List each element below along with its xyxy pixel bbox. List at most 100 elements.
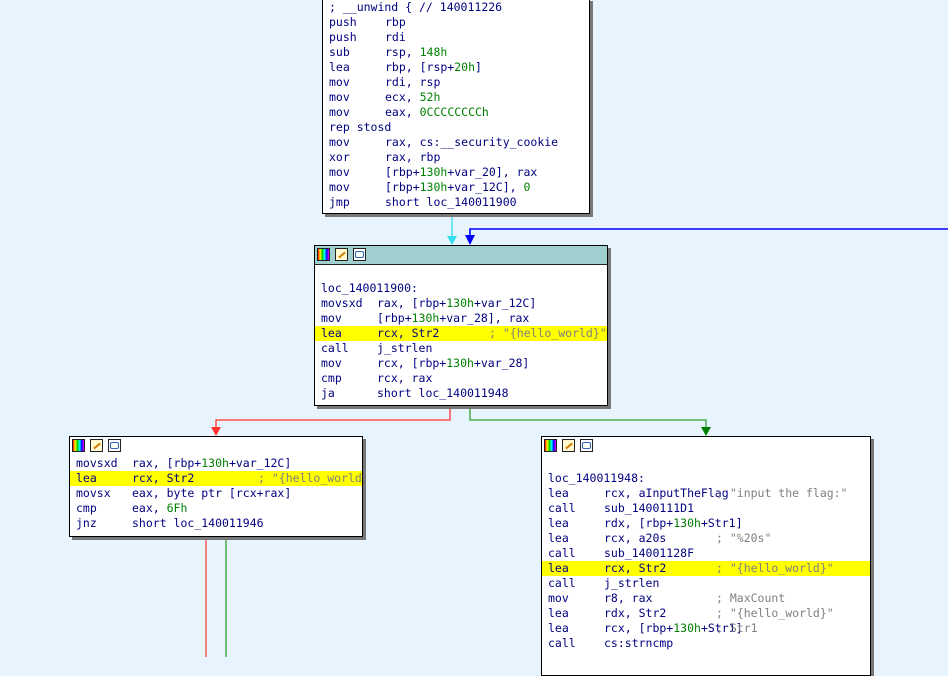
mnemonic[interactable]: call (548, 636, 576, 651)
mnemonic[interactable]: lea (329, 60, 350, 75)
code-line[interactable]: rep stosd (329, 120, 589, 135)
color-palette-icon[interactable] (317, 248, 330, 261)
operands[interactable]: rcx, Str2 (132, 471, 194, 486)
mnemonic[interactable]: mov (329, 90, 350, 105)
code-line[interactable]: lea rcx, Str2 ; "{hello_world}" (315, 326, 607, 341)
code-line[interactable]: lea rcx, [rbp+130h+Str1]; Str1 (548, 621, 870, 636)
operands[interactable]: rax, rbp (385, 150, 440, 165)
operands[interactable]: short loc_140011946 (132, 516, 264, 531)
operands[interactable]: rcx, Str2 (377, 326, 439, 341)
operands[interactable]: eax, 6Fh (132, 501, 187, 516)
operands[interactable]: sub_1400111D1 (604, 501, 694, 516)
code-line[interactable]: mov eax, 0CCCCCCCCh (329, 105, 589, 120)
code-line[interactable]: call sub_14001128F (548, 546, 870, 561)
mnemonic[interactable]: mov (329, 135, 350, 150)
mnemonic[interactable]: lea (76, 471, 97, 486)
operands[interactable]: rbp (385, 15, 406, 30)
mnemonic[interactable]: lea (548, 516, 569, 531)
mnemonic[interactable]: call (321, 341, 349, 356)
code-line[interactable]: call j_strlen (548, 576, 870, 591)
code-line[interactable]: mov rdi, rsp (329, 75, 589, 90)
code-line[interactable]: movsxd rax, [rbp+130h+var_12C] (321, 296, 607, 311)
code-line[interactable]: jnz short loc_140011946 (76, 516, 362, 531)
mnemonic[interactable]: sub (329, 45, 350, 60)
mnemonic[interactable]: lea (321, 326, 342, 341)
mnemonic[interactable]: push (329, 30, 357, 45)
code-block-loc-140011948[interactable]: loc_140011948: lea rcx, aInputTheFlag; "i… (541, 436, 871, 676)
operands[interactable]: [rbp+130h+var_20], rax (385, 165, 537, 180)
operands[interactable]: rax, [rbp+130h+var_12C] (377, 296, 536, 311)
code-line[interactable]: xor rax, rbp (329, 150, 589, 165)
mnemonic[interactable]: mov (329, 180, 350, 195)
code-line[interactable]: lea rcx, a20s ; "%20s" (548, 531, 870, 546)
operands[interactable]: rbp, [rsp+20h] (385, 60, 482, 75)
operands[interactable]: j_strlen (377, 341, 432, 356)
mnemonic[interactable]: mov (548, 591, 569, 606)
mnemonic[interactable]: ja (321, 386, 335, 401)
mnemonic[interactable]: jnz (76, 516, 97, 531)
operands[interactable]: r8, rax (604, 591, 652, 606)
color-palette-icon[interactable] (544, 439, 557, 452)
mnemonic[interactable]: movsxd (76, 456, 118, 471)
mnemonic[interactable]: lea (548, 561, 569, 576)
mnemonic[interactable]: call (548, 576, 576, 591)
code-line[interactable]: call j_strlen (321, 341, 607, 356)
operands[interactable]: rcx, [rbp+130h+var_28] (377, 356, 529, 371)
mnemonic[interactable]: mov (321, 356, 342, 371)
mnemonic[interactable]: cmp (321, 371, 342, 386)
mnemonic[interactable]: call (548, 546, 576, 561)
code-line[interactable]: lea rcx, Str2 ; "{hello_world}" (70, 471, 362, 486)
code-line[interactable]: ja short loc_140011948 (321, 386, 607, 401)
operands[interactable]: rdx, Str2 (604, 606, 666, 621)
code-line[interactable]: movsx eax, byte ptr [rcx+rax] (76, 486, 362, 501)
block-label[interactable]: loc_140011900: (321, 281, 418, 296)
operands[interactable]: rsp, 148h (385, 45, 447, 60)
code-line[interactable]: cmp rcx, rax (321, 371, 607, 386)
code-line[interactable]: movsxd rax, [rbp+130h+var_12C] (76, 456, 362, 471)
code-block-loc-140011900[interactable]: loc_140011900: movsxd rax, [rbp+130h+var_… (314, 245, 608, 406)
operands[interactable]: rcx, rax (377, 371, 432, 386)
code-line[interactable]: ; __unwind { // 140011226 (329, 0, 589, 15)
graph-view-icon[interactable] (580, 439, 593, 452)
code-line[interactable]: sub rsp, 148h (329, 45, 589, 60)
graph-view-icon[interactable] (108, 439, 121, 452)
mnemonic[interactable]: rep stosd (329, 120, 391, 135)
operands[interactable]: j_strlen (604, 576, 659, 591)
code-line[interactable]: lea rbp, [rsp+20h] (329, 60, 589, 75)
edit-pencil-icon[interactable] (562, 439, 575, 452)
code-line[interactable]: lea rdx, Str2 ; "{hello_world}" (548, 606, 870, 621)
operands[interactable]: ecx, 52h (385, 90, 440, 105)
operands[interactable]: rdx, [rbp+130h+Str1] (604, 516, 743, 531)
operands[interactable]: short loc_140011900 (385, 195, 517, 210)
code-line[interactable]: mov [rbp+130h+var_12C], 0 (329, 180, 589, 195)
edit-pencil-icon[interactable] (90, 439, 103, 452)
mnemonic[interactable]: mov (329, 165, 350, 180)
operands[interactable]: rax, [rbp+130h+var_12C] (132, 456, 291, 471)
code-line[interactable]: push rbp (329, 15, 589, 30)
mnemonic[interactable]: mov (329, 75, 350, 90)
mnemonic[interactable]: cmp (76, 501, 97, 516)
code-line[interactable]: mov ecx, 52h (329, 90, 589, 105)
mnemonic[interactable]: call (548, 501, 576, 516)
mnemonic[interactable]: lea (548, 486, 569, 501)
graph-view-icon[interactable] (353, 248, 366, 261)
operands[interactable]: rcx, Str2 (604, 561, 666, 576)
code-block-entry[interactable]: ; __unwind { // 140011226 push rbp push rdi s… (322, 0, 590, 214)
code-line[interactable]: call cs:strncmp (548, 636, 870, 651)
operands[interactable]: [rbp+130h+var_28], rax (377, 311, 529, 326)
operands[interactable]: rcx, aInputTheFlag (604, 486, 729, 501)
code-line[interactable]: lea rcx, Str2 ; "{hello_world}" (542, 561, 870, 576)
code-block-char-check[interactable]: movsxd rax, [rbp+130h+var_12C]lea rcx, Str… (69, 436, 363, 537)
code-line[interactable]: mov r8, rax ; MaxCount (548, 591, 870, 606)
code-line[interactable]: lea rdx, [rbp+130h+Str1] (548, 516, 870, 531)
operands[interactable]: cs:strncmp (604, 636, 673, 651)
operands[interactable]: rdi, rsp (385, 75, 440, 90)
mnemonic[interactable]: mov (329, 105, 350, 120)
code-line[interactable]: jmp short loc_140011900 (329, 195, 589, 210)
mnemonic[interactable]: jmp (329, 195, 350, 210)
mnemonic[interactable]: xor (329, 150, 350, 165)
mnemonic[interactable]: movsxd (321, 296, 363, 311)
mnemonic[interactable]: lea (548, 606, 569, 621)
mnemonic[interactable]: ; __unwind { // 140011226 (329, 0, 502, 15)
code-line[interactable]: mov rax, cs:__security_cookie (329, 135, 589, 150)
